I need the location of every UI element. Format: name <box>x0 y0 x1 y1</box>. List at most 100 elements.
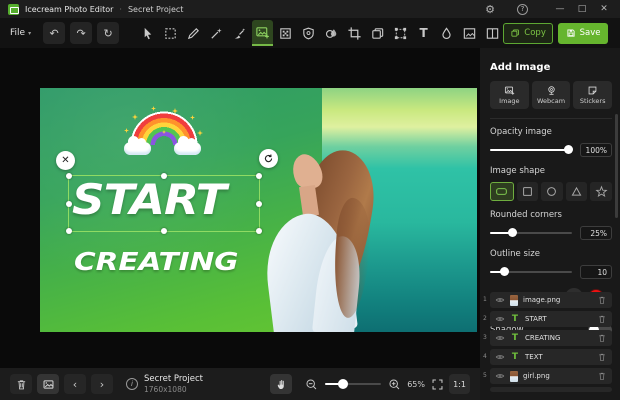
rounded-corners-slider[interactable] <box>490 232 572 234</box>
shape-circle-button[interactable] <box>541 182 563 201</box>
text-tool-icon[interactable]: T <box>413 20 434 46</box>
minimize-button[interactable]: — <box>552 4 568 14</box>
tool-strip: T <box>137 20 503 46</box>
selection-handle[interactable] <box>66 173 72 179</box>
cursor-tool-icon[interactable] <box>137 20 158 46</box>
watermark-shield-tool-icon[interactable] <box>298 20 319 46</box>
webcam-source-button[interactable]: Webcam <box>532 81 571 109</box>
selection-handle[interactable] <box>256 173 262 179</box>
layer-row-image[interactable]: 1 image.png <box>490 292 612 308</box>
eye-icon[interactable] <box>495 314 505 324</box>
crop-tool-icon[interactable] <box>344 20 365 46</box>
selection-handle[interactable] <box>256 228 262 234</box>
help-icon[interactable]: ? <box>517 4 528 15</box>
selection-handle[interactable] <box>161 228 167 234</box>
magic-wand-tool-icon[interactable] <box>206 20 227 46</box>
canvas-workspace[interactable]: START CREATING ✕ <box>0 48 480 368</box>
layer-row-creating[interactable]: 3 T CREATING <box>490 330 612 346</box>
cloud-left-icon <box>124 142 151 155</box>
rotate-selection-button[interactable] <box>259 149 278 168</box>
pen-tool-icon[interactable] <box>183 20 204 46</box>
redo-button[interactable]: ↷ <box>70 22 92 44</box>
duplicate-tool-icon[interactable] <box>367 20 388 46</box>
outline-size-value[interactable]: 10 <box>580 265 612 279</box>
zoom-slider-knob[interactable] <box>338 379 348 389</box>
shape-triangle-button[interactable] <box>566 182 588 201</box>
layer-row-girl[interactable]: 5 girl.png <box>490 368 612 384</box>
image-source-button[interactable]: Image <box>490 81 529 109</box>
gallery-button[interactable] <box>37 374 59 394</box>
delete-selection-button[interactable]: ✕ <box>56 151 75 170</box>
rounded-corners-label: Rounded corners <box>490 210 612 220</box>
trash-icon[interactable] <box>597 314 607 324</box>
opacity-value[interactable]: 100% <box>580 143 612 157</box>
add-image-tool-icon[interactable] <box>252 20 273 46</box>
layer-thumbnail <box>510 295 518 306</box>
pattern-tool-icon[interactable] <box>275 20 296 46</box>
split-view-tool-icon[interactable] <box>482 20 503 46</box>
text-layer-icon: T <box>510 314 520 324</box>
file-menu-button[interactable]: File▾ <box>10 28 31 38</box>
rounded-corners-knob[interactable] <box>508 228 517 237</box>
eye-icon[interactable] <box>495 352 505 362</box>
rounded-corners-value[interactable]: 25% <box>580 226 612 240</box>
eye-icon[interactable] <box>495 295 505 305</box>
outline-size-knob[interactable] <box>500 267 509 276</box>
save-icon <box>566 28 576 38</box>
shape-rounded-rect-button[interactable] <box>490 182 514 201</box>
trash-icon[interactable] <box>597 352 607 362</box>
delete-project-button[interactable] <box>10 374 32 394</box>
selection-handle[interactable] <box>66 201 72 207</box>
frame-image-tool-icon[interactable] <box>459 20 480 46</box>
previous-button[interactable]: ‹ <box>64 374 86 394</box>
marquee-select-tool-icon[interactable] <box>160 20 181 46</box>
shape-square-button[interactable] <box>517 182 539 201</box>
save-button[interactable]: Save <box>558 23 608 44</box>
layers-list: 1 image.png 2 T START 3 T CREATING <box>480 292 620 395</box>
layer-row-start[interactable]: 2 T START <box>490 311 612 327</box>
settings-gear-icon[interactable]: ⚙ <box>485 4 495 15</box>
trash-icon[interactable] <box>597 333 607 343</box>
fit-screen-button[interactable] <box>431 378 444 391</box>
zoom-out-button[interactable] <box>305 378 318 391</box>
zoom-in-button[interactable] <box>388 378 401 391</box>
shape-star-button[interactable] <box>590 182 612 201</box>
maximize-button[interactable]: □ <box>574 4 590 14</box>
selection-handle[interactable] <box>66 228 72 234</box>
undo-button[interactable]: ↶ <box>43 22 65 44</box>
layer-row-partial[interactable] <box>490 387 612 392</box>
selection-handle[interactable] <box>256 201 262 207</box>
enhance-brush-tool-icon[interactable] <box>229 20 250 46</box>
stickers-source-button[interactable]: Stickers <box>573 81 612 109</box>
color-drop-tool-icon[interactable] <box>321 20 342 46</box>
droplet-tool-icon[interactable] <box>436 20 457 46</box>
next-button[interactable]: › <box>91 374 113 394</box>
selection-box[interactable] <box>68 175 260 232</box>
close-button[interactable]: ✕ <box>596 4 612 14</box>
eye-icon[interactable] <box>495 333 505 343</box>
copy-button[interactable]: Copy <box>503 23 553 44</box>
panel-scrollbar[interactable] <box>615 114 618 218</box>
reset-button[interactable]: ↻ <box>97 22 119 44</box>
layer-row-text[interactable]: 4 T TEXT <box>490 349 612 365</box>
zoom-slider[interactable] <box>325 383 381 385</box>
photo-editor-app: Icecream Photo Editor · Secret Project ⚙… <box>0 0 620 400</box>
girl-photo-layer[interactable] <box>265 128 410 332</box>
eye-icon[interactable] <box>495 371 505 381</box>
trash-icon[interactable] <box>597 371 607 381</box>
actual-size-button[interactable]: 1:1 <box>449 374 470 394</box>
canvas-image[interactable]: START CREATING ✕ <box>40 88 477 332</box>
text-layer-icon: T <box>510 333 520 343</box>
rainbow-sticker[interactable] <box>124 106 204 160</box>
sticker-icon <box>587 85 598 96</box>
resize-tool-icon[interactable] <box>390 20 411 46</box>
trash-icon[interactable] <box>597 295 607 305</box>
chevron-down-icon: ▾ <box>28 30 31 37</box>
info-icon[interactable]: i <box>126 378 138 390</box>
opacity-slider-knob[interactable] <box>564 145 573 154</box>
selection-handle[interactable] <box>161 173 167 179</box>
layer-thumbnail <box>510 371 518 382</box>
pan-hand-button[interactable] <box>270 374 292 394</box>
opacity-slider[interactable] <box>490 149 572 151</box>
outline-size-slider[interactable] <box>490 271 572 273</box>
